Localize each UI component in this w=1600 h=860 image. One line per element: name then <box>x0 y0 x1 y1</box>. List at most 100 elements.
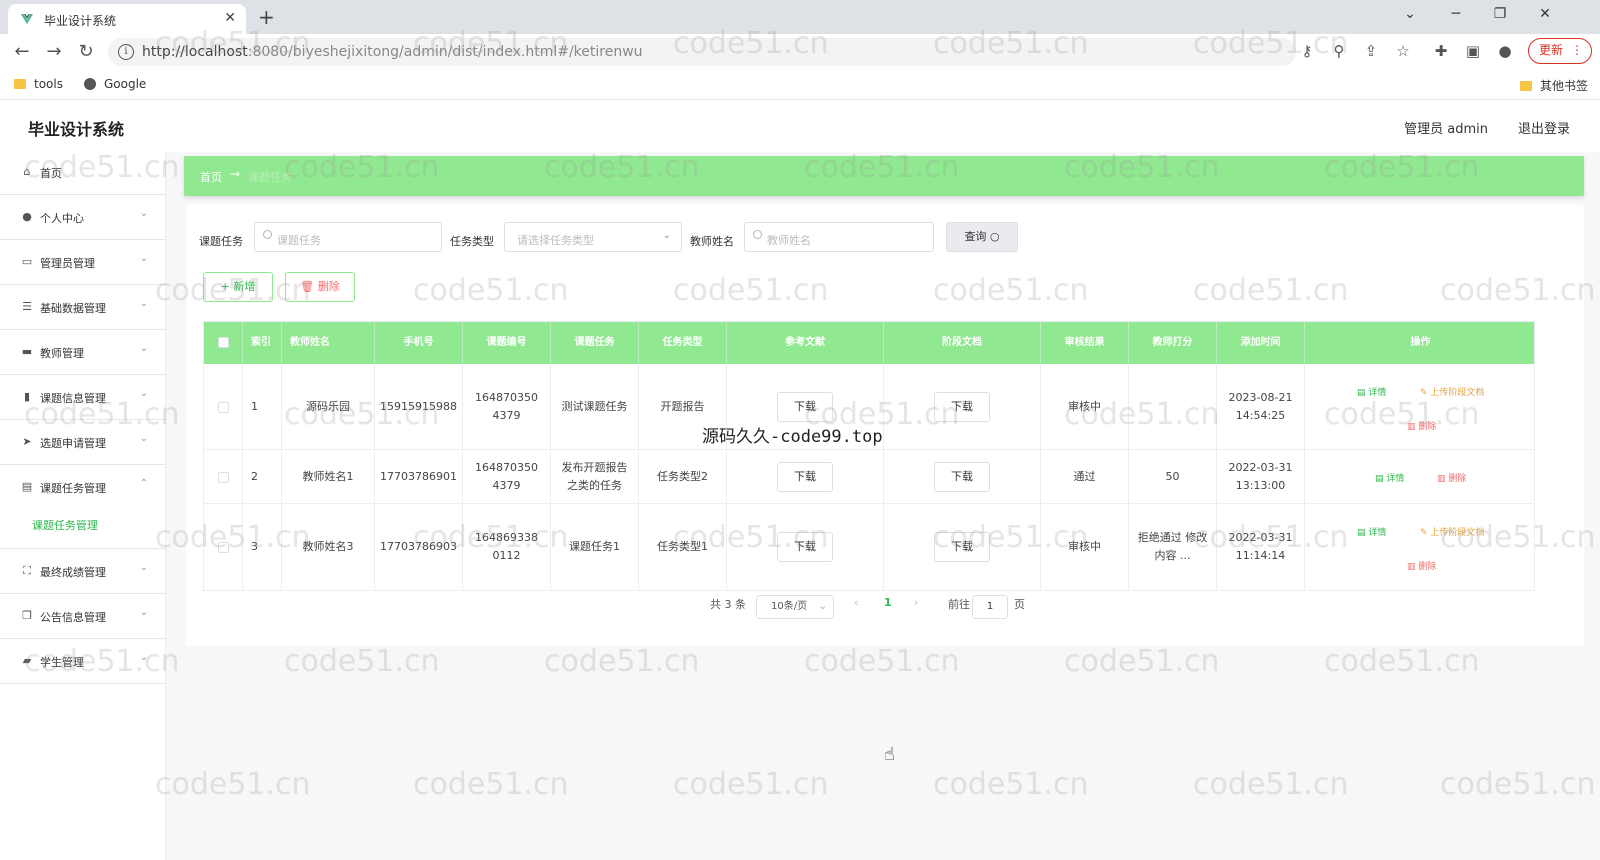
back-icon[interactable]: ← <box>10 41 34 62</box>
header-task[interactable]: 课题任务 <box>551 322 639 364</box>
delete-link[interactable]: ▥ 删除 <box>1407 418 1436 436</box>
side-panel-icon[interactable]: ▣ <box>1462 42 1484 60</box>
address-bar[interactable]: i http://localhost:8080/biyeshejixitong/… <box>108 38 1296 66</box>
select-all-checkbox[interactable] <box>218 337 229 348</box>
next-page-icon[interactable]: › <box>914 596 918 609</box>
close-window-icon[interactable]: ✕ <box>1535 6 1555 22</box>
detail-link[interactable]: ▤ 详情 <box>1357 384 1386 402</box>
delete-link[interactable]: ▥ 删除 <box>1407 558 1436 576</box>
sidebar-subitem-task-management[interactable]: 课题任务管理 <box>32 517 98 533</box>
other-bookmarks[interactable]: 其他书签 <box>1520 77 1588 94</box>
detail-link[interactable]: ▤ 详情 <box>1375 470 1404 488</box>
download-references-button[interactable]: 下载 <box>777 532 833 562</box>
cell-score: 50 <box>1129 450 1217 504</box>
sidebar-item-profile[interactable]: ● 个人中心 ⌄ <box>0 195 166 240</box>
cell-code: 1648703504379 <box>463 364 551 450</box>
star-icon[interactable]: ☆ <box>1392 42 1414 60</box>
header-references[interactable]: 参考文献 <box>727 322 884 364</box>
cell-operations: ▤ 详情 ✎ 上传阶段文档 ▥ 删除 <box>1305 504 1536 590</box>
prev-page-icon[interactable]: ‹ <box>854 596 858 609</box>
header-review[interactable]: 审核结果 <box>1041 322 1129 364</box>
header-phone[interactable]: 手机号 <box>375 322 463 364</box>
breadcrumb-home[interactable]: 首页 <box>200 169 222 185</box>
send-icon: ➤ <box>22 435 32 448</box>
sidebar-item-final-scores[interactable]: ⛶ 最终成绩管理 ⌄ <box>0 549 166 594</box>
cell-review: 通过 <box>1041 450 1129 504</box>
header-stage-docs[interactable]: 阶段文档 <box>884 322 1041 364</box>
chevron-down-icon: ⌄ <box>139 562 148 573</box>
breadcrumb: 首页 → 课题任务 <box>184 156 1584 196</box>
user-icon: ● <box>22 210 32 223</box>
delete-button[interactable]: 🗑 删除 <box>285 272 355 302</box>
download-references-button[interactable]: 下载 <box>777 392 833 422</box>
document-icon: ▤ <box>1375 474 1384 484</box>
add-button[interactable]: + 新增 <box>203 272 273 302</box>
bookmark-google[interactable]: Google <box>84 77 146 91</box>
goto-page-input[interactable]: 1 <box>972 595 1008 619</box>
header-time[interactable]: 添加时间 <box>1217 322 1305 364</box>
page-number-current[interactable]: 1 <box>884 596 892 609</box>
copy-icon: ❐ <box>22 609 32 622</box>
header-code[interactable]: 课题编号 <box>463 322 551 364</box>
frame-icon: ⛶ <box>23 564 31 577</box>
task-search-input[interactable]: 课题任务 <box>254 222 442 252</box>
update-button[interactable]: 更新 ⋮ <box>1528 38 1592 64</box>
minimize-icon[interactable]: ─ <box>1446 6 1466 22</box>
sidebar-item-topics[interactable]: ▮ 课题信息管理 ⌄ <box>0 375 166 420</box>
download-references-button[interactable]: 下载 <box>777 462 833 492</box>
table-row: 2 教师姓名1 17703786901 1648703504379 发布开题报告… <box>204 450 1534 504</box>
overlay-banner-text: 源码久久-code99.top <box>702 427 883 447</box>
download-stage-docs-button[interactable]: 下载 <box>934 392 990 422</box>
logout-link[interactable]: 退出登录 <box>1518 118 1570 137</box>
task-table: 索引 教师姓名 手机号 课题编号 课题任务 任务类型 参考文献 阶段文档 审核结… <box>203 321 1535 591</box>
delete-link[interactable]: ▥ 删除 <box>1437 470 1466 488</box>
sidebar-item-announcements[interactable]: ❐ 公告信息管理 ⌄ <box>0 594 166 639</box>
share-icon[interactable]: ⇪ <box>1360 42 1382 60</box>
sidebar-item-students[interactable]: ▰ 学生管理 ⌄ <box>0 639 166 684</box>
forward-icon[interactable]: → <box>42 41 66 62</box>
header-teacher[interactable]: 教师姓名 <box>282 322 375 364</box>
sidebar-item-admin[interactable]: ▭ 管理员管理 ⌄ <box>0 240 166 285</box>
goto-label: 前往 <box>948 598 970 611</box>
document-icon: ▤ <box>21 480 33 493</box>
tab-search-icon[interactable]: ⌄ <box>1400 6 1420 22</box>
browser-toolbar: ← → ↻ i http://localhost:8080/biyeshejix… <box>0 34 1600 70</box>
browser-tab-strip: 毕业设计系统 ✕ + ⌄ ─ ❐ ✕ <box>0 0 1600 34</box>
type-select[interactable]: 请选择任务类型 ⌄ <box>504 222 682 252</box>
cell-operations: ▤ 详情 ▥ 删除 <box>1305 450 1536 504</box>
site-info-icon[interactable]: i <box>118 44 134 60</box>
download-stage-docs-button[interactable]: 下载 <box>934 532 990 562</box>
detail-link[interactable]: ▤ 详情 <box>1357 524 1386 542</box>
sidebar-item-tasks[interactable]: ▤ 课题任务管理 ⌃ 课题任务管理 <box>0 465 166 549</box>
row-checkbox[interactable] <box>217 401 229 413</box>
new-tab-button[interactable]: + <box>258 5 275 29</box>
teacher-search-input[interactable]: 教师姓名 <box>744 222 934 252</box>
table-header: 索引 教师姓名 手机号 课题编号 课题任务 任务类型 参考文献 阶段文档 审核结… <box>204 322 1534 364</box>
header-index[interactable]: 索引 <box>243 322 282 364</box>
key-icon[interactable]: ⚷ <box>1296 42 1318 60</box>
page-size-select[interactable]: 10条/页 ⌄ <box>756 595 834 619</box>
profile-icon[interactable]: ● <box>1494 42 1516 60</box>
row-checkbox[interactable] <box>217 541 229 553</box>
restore-icon[interactable]: ❐ <box>1490 6 1510 22</box>
header-type[interactable]: 任务类型 <box>639 322 727 364</box>
extensions-icon[interactable]: ✚ <box>1430 42 1452 60</box>
briefcase-icon: ▬ <box>21 345 33 358</box>
bookmark-tools[interactable]: tools <box>14 77 63 91</box>
download-stage-docs-button[interactable]: 下载 <box>934 462 990 492</box>
upload-stage-doc-link[interactable]: ✎ 上传阶段文档 <box>1420 384 1484 402</box>
sidebar-item-applications[interactable]: ➤ 选题申请管理 ⌄ <box>0 420 166 465</box>
header-score[interactable]: 教师打分 <box>1129 322 1217 364</box>
row-checkbox[interactable] <box>217 471 229 483</box>
chevron-down-icon: ⌄ <box>139 298 148 309</box>
browser-tab[interactable]: 毕业设计系统 ✕ <box>8 4 246 34</box>
sidebar-item-home[interactable]: ⌂ 首页 <box>0 150 166 195</box>
close-tab-icon[interactable]: ✕ <box>224 10 236 26</box>
upload-stage-doc-link[interactable]: ✎ 上传阶段文档 <box>1420 524 1484 542</box>
query-button[interactable]: 查询 ○ <box>946 222 1018 252</box>
sidebar-item-base-data[interactable]: ☰ 基础数据管理 ⌄ <box>0 285 166 330</box>
zoom-icon[interactable]: ⚲ <box>1328 42 1350 60</box>
sidebar-item-teachers[interactable]: ▬ 教师管理 ⌄ <box>0 330 166 375</box>
reload-icon[interactable]: ↻ <box>74 41 98 62</box>
vue-logo-icon <box>21 14 33 24</box>
